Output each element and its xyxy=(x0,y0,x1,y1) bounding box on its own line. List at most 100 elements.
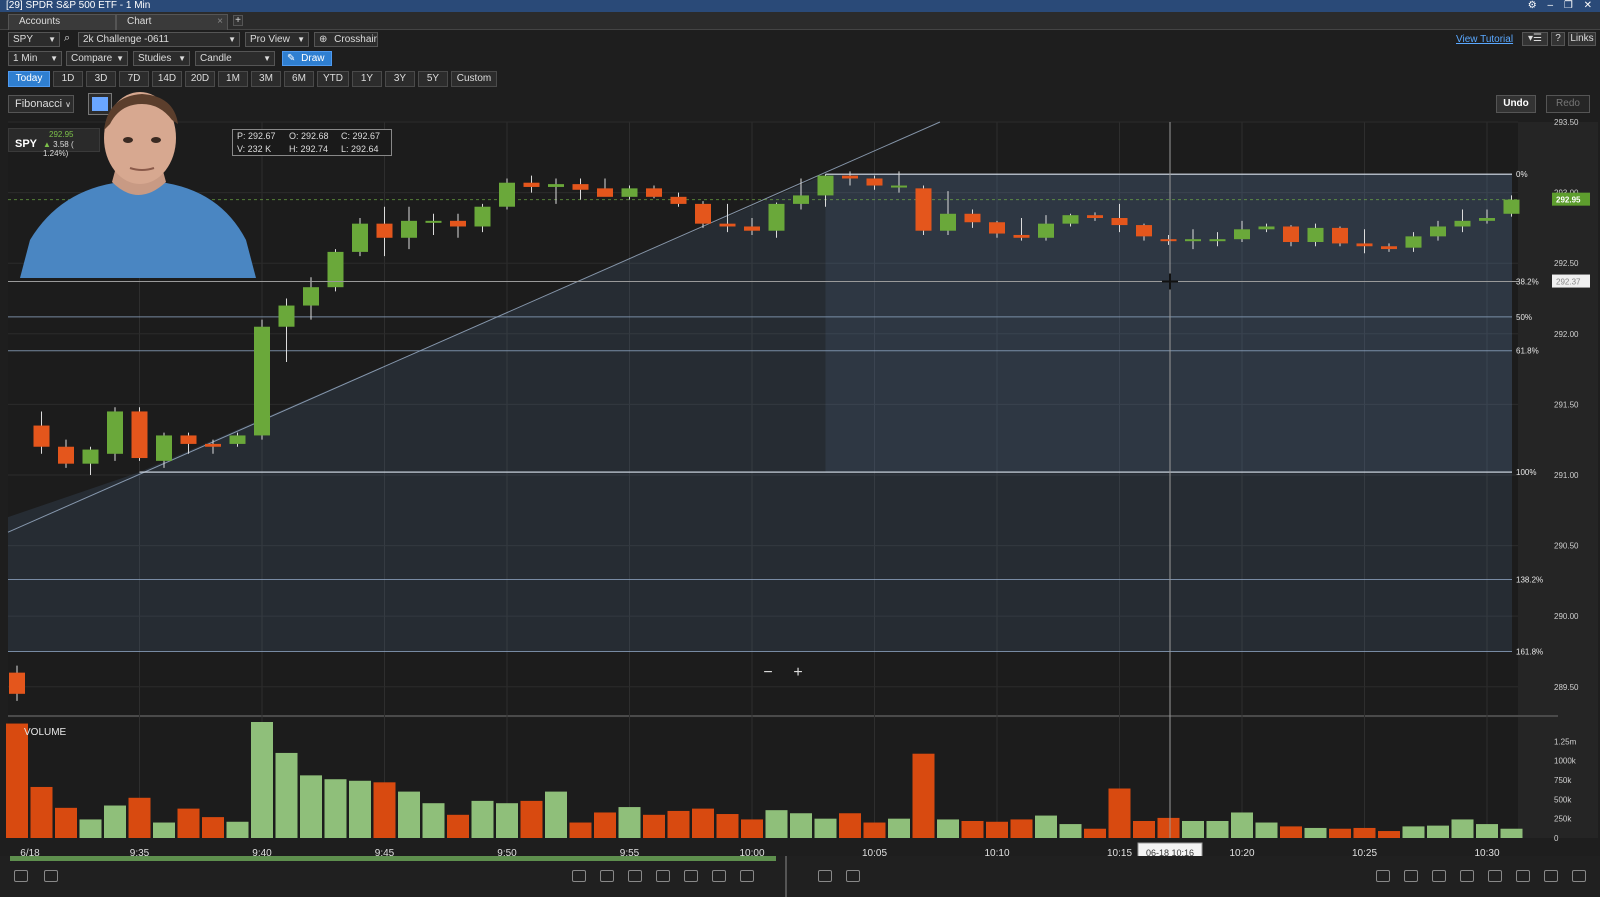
fibonacci-level-label: 100% xyxy=(1516,468,1536,477)
volume-bar xyxy=(839,813,861,838)
settings-icon[interactable] xyxy=(600,870,614,882)
pencil-icon[interactable] xyxy=(1460,870,1474,882)
volume-bar xyxy=(202,817,224,838)
volume-bar xyxy=(104,805,126,838)
candle-body xyxy=(376,223,393,238)
ohlc-o: O: 292.68 xyxy=(289,131,329,141)
home-icon[interactable] xyxy=(572,870,586,882)
volume-bar xyxy=(1231,812,1253,838)
volume-bar xyxy=(349,780,371,838)
save-icon[interactable] xyxy=(14,870,28,882)
candle-body xyxy=(1454,220,1471,227)
candle-body xyxy=(352,223,368,252)
volume-bar xyxy=(520,800,543,838)
candle-body xyxy=(1013,234,1030,238)
volume-bar xyxy=(1280,826,1302,838)
volume-bar xyxy=(177,808,200,838)
candle-body xyxy=(940,213,956,231)
volume-bar xyxy=(1108,788,1131,838)
ohlc-readout: P: 292.67 O: 292.68 C: 292.67 V: 232 K H… xyxy=(232,129,392,156)
price-axis-label: 291.00 xyxy=(1554,471,1579,480)
volume-bar xyxy=(1157,817,1180,838)
zoom-in-icon[interactable]: + xyxy=(793,664,802,681)
settings-icon[interactable] xyxy=(1404,870,1418,882)
wrench-icon[interactable] xyxy=(1516,870,1530,882)
candle-body xyxy=(768,203,785,231)
volume-bar xyxy=(226,821,249,838)
volume-bar xyxy=(6,723,28,838)
candle-body xyxy=(597,188,613,197)
price-axis-area xyxy=(1518,122,1598,838)
volume-bar xyxy=(422,803,445,838)
zoom-out-icon[interactable]: − xyxy=(763,664,772,681)
price-axis-label: 293.50 xyxy=(1554,118,1579,127)
candle-body xyxy=(793,195,809,204)
volume-axis-label: 1.25m xyxy=(1554,737,1577,746)
volume-bar xyxy=(986,821,1008,838)
candle-body xyxy=(744,226,760,231)
panel-divider[interactable] xyxy=(785,856,787,897)
volume-bar xyxy=(1329,828,1351,838)
person-shirt xyxy=(20,182,256,278)
volume-bar xyxy=(1427,825,1449,838)
volume-bar xyxy=(373,782,396,838)
volume-bar xyxy=(863,822,886,838)
layout-icon[interactable] xyxy=(1572,870,1586,882)
volume-bar xyxy=(1035,815,1057,838)
candle-body xyxy=(1038,223,1054,238)
volume-bar xyxy=(1182,820,1204,838)
volume-label: VOLUME xyxy=(24,727,67,738)
candle-body xyxy=(450,220,466,227)
print-icon[interactable] xyxy=(44,870,58,882)
candle-body xyxy=(229,435,246,444)
candle-body xyxy=(1307,227,1324,243)
price-axis-label: 291.50 xyxy=(1554,400,1579,409)
volume-bar xyxy=(741,819,763,838)
candle-body xyxy=(1503,199,1520,214)
volume-bar xyxy=(1059,824,1082,838)
candle-body xyxy=(58,446,74,464)
volume-bar xyxy=(398,791,420,838)
volume-bar xyxy=(447,814,469,838)
pencil-icon[interactable] xyxy=(656,870,670,882)
price-axis-label: 292.50 xyxy=(1554,259,1579,268)
volume-bar xyxy=(1255,822,1278,838)
print-icon[interactable] xyxy=(846,870,860,882)
volume-axis-label: 1000k xyxy=(1554,757,1577,766)
volume-axis-label: 500k xyxy=(1554,795,1572,804)
price-axis-label: 289.50 xyxy=(1554,683,1579,692)
camera-icon[interactable] xyxy=(740,870,754,882)
candle-body xyxy=(1209,239,1226,242)
candle-body xyxy=(1087,215,1103,219)
camera-icon[interactable] xyxy=(1544,870,1558,882)
volume-bar xyxy=(471,800,494,838)
tools-icon[interactable] xyxy=(1432,870,1446,882)
volume-bar xyxy=(545,791,567,838)
candle-body xyxy=(523,182,540,187)
volume-axis-label: 750k xyxy=(1554,776,1572,785)
crosshair-price-tag-label: 292.37 xyxy=(1556,278,1581,287)
wrench-icon[interactable] xyxy=(712,870,726,882)
volume-bar xyxy=(30,786,53,838)
document-icon[interactable] xyxy=(684,870,698,882)
tools-icon[interactable] xyxy=(628,870,642,882)
volume-bar xyxy=(275,752,298,838)
timeline-scrollbar[interactable] xyxy=(10,856,776,861)
candle-body xyxy=(131,411,148,459)
fibonacci-level-label: 138.2% xyxy=(1516,575,1543,584)
candle-body xyxy=(1185,239,1201,242)
volume-bar xyxy=(324,779,347,838)
candle-body xyxy=(817,175,834,196)
candle-body xyxy=(1111,218,1128,226)
volume-bar xyxy=(1010,819,1033,838)
volume-bar xyxy=(496,803,518,838)
volume-bar xyxy=(594,812,616,838)
save-icon[interactable] xyxy=(818,870,832,882)
candle-body xyxy=(989,222,1005,234)
ohlc-l: L: 292.64 xyxy=(341,144,379,154)
volume-bar xyxy=(300,775,322,838)
bottom-toolbar xyxy=(0,856,1600,897)
candle-body xyxy=(719,223,736,227)
home-icon[interactable] xyxy=(1376,870,1390,882)
document-icon[interactable] xyxy=(1488,870,1502,882)
